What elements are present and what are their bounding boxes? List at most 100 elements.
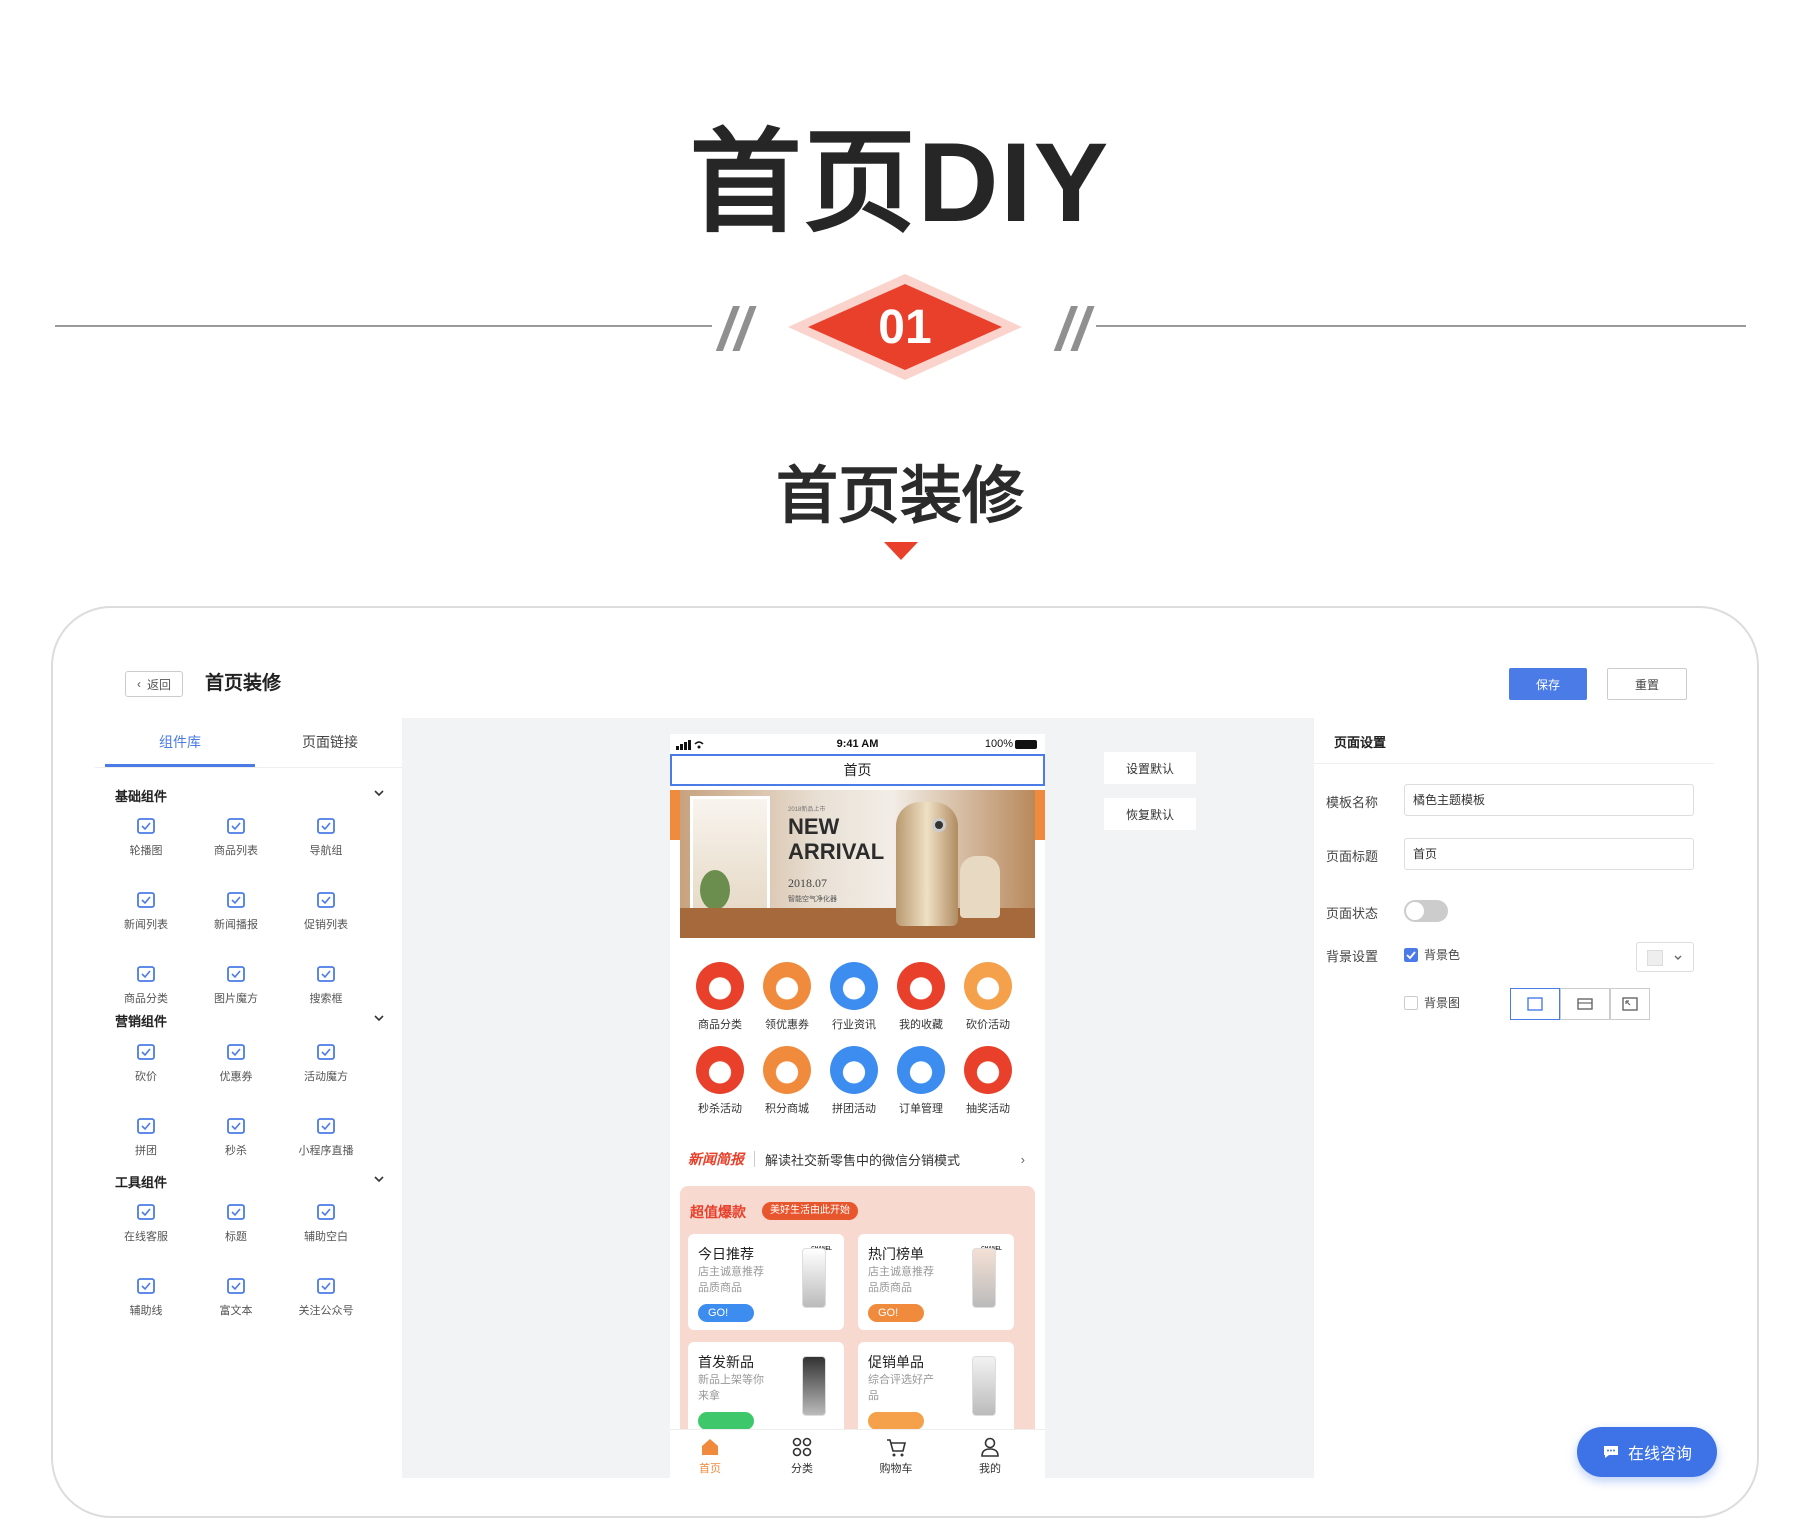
promo-card[interactable]: 热门榜单店主诚意推荐 品质商品GO!CHANEL (858, 1234, 1014, 1330)
component-flash-sale[interactable]: 秒杀 (191, 1114, 281, 1174)
category-circle-icon (830, 1046, 878, 1094)
category-item[interactable]: 拼团活动 (822, 1046, 886, 1116)
tab-component-library[interactable]: 组件库 (105, 718, 255, 766)
component-label: 导航组 (309, 845, 343, 857)
restore-default-button[interactable]: 恢复默认 (1104, 798, 1196, 830)
banner-date: 2018.07 (788, 876, 827, 890)
chevron-down-icon[interactable] (373, 1012, 385, 1024)
category-label: 拼团活动 (832, 1103, 876, 1115)
badge-number: 01 (878, 300, 932, 354)
news-ticker[interactable]: 新闻简报 解读社交新零售中的微信分销模式 › (680, 1144, 1035, 1174)
component-news-broadcast[interactable]: 新闻播报 (191, 888, 281, 948)
component-guide-line[interactable]: 辅助线 (101, 1274, 191, 1334)
tab-label: 首页 (699, 1463, 721, 1475)
search-box-icon (317, 966, 335, 982)
go-button[interactable] (698, 1412, 754, 1430)
product-image (802, 1356, 826, 1416)
tab-mine[interactable]: 我的 (960, 1436, 1020, 1476)
category-icon-card: 商品分类 领优惠券 行业资讯 我的收藏 砍价活动秒杀活动 积分商城 拼团活动 订单管理 抽奖活动 (680, 952, 1035, 1132)
category-label: 砍价活动 (966, 1019, 1010, 1031)
bg-image-checkbox[interactable] (1404, 996, 1418, 1010)
category-item[interactable]: 积分商城 (755, 1046, 819, 1116)
page-status-toggle[interactable] (1404, 900, 1448, 922)
component-group-buy[interactable]: 拼团 (101, 1114, 191, 1174)
go-button[interactable]: GO! (698, 1304, 754, 1322)
component-label: 辅助线 (129, 1305, 163, 1317)
component-label: 在线客服 (124, 1231, 168, 1243)
bg-fill-option[interactable] (1510, 988, 1560, 1020)
component-promo-list[interactable]: 促销列表 (281, 888, 371, 948)
component-activity-cube[interactable]: 活动魔方 (281, 1040, 371, 1100)
category-label: 订单管理 (899, 1103, 943, 1115)
tab-cart[interactable]: 购物车 (866, 1436, 926, 1476)
chat-label: 在线咨询 (1627, 1446, 1692, 1463)
chevron-down-icon[interactable] (373, 787, 385, 799)
promo-card[interactable]: 促销单品 综合评选好产品 (858, 1342, 1014, 1438)
go-button[interactable]: GO! (868, 1304, 924, 1322)
category-item[interactable]: 我的收藏 (889, 962, 953, 1032)
save-button[interactable]: 保存 (1509, 668, 1587, 700)
battery-icon (1015, 740, 1037, 749)
component-label: 图片魔方 (214, 993, 258, 1005)
chevron-down-icon[interactable] (373, 1173, 385, 1185)
product-image (972, 1248, 996, 1308)
component-customer-service[interactable]: 在线客服 (101, 1200, 191, 1260)
page-title-input[interactable]: 首页 (1404, 838, 1694, 870)
quote-mark-right: // (1056, 296, 1090, 363)
component-live[interactable]: 小程序直播 (281, 1114, 371, 1174)
promo-card[interactable]: 今日推荐店主诚意推荐 品质商品GO!CHANEL (688, 1234, 844, 1330)
promo-card-title: 首发新品 (698, 1354, 754, 1370)
reset-button[interactable]: 重置 (1607, 668, 1687, 700)
carousel-banner[interactable]: 2018新品上市 NEW ARRIVAL 2018.07 智能空气净化器 (680, 790, 1035, 938)
promo-card-title: 热门榜单 (868, 1246, 924, 1262)
category-item[interactable]: 订单管理 (889, 1046, 953, 1116)
tab-page-links[interactable]: 页面链接 (255, 718, 405, 766)
category-item[interactable]: 砍价活动 (956, 962, 1020, 1032)
activity-cube-icon (317, 1044, 335, 1060)
component-label: 商品列表 (214, 845, 258, 857)
component-nav-group[interactable]: 导航组 (281, 814, 371, 874)
preview-canvas: 9:41 AM 100% 首页 2018新品上市 NEW ARRIVAL 201… (402, 718, 1314, 1479)
bg-stretch-option[interactable] (1610, 988, 1650, 1020)
category-item[interactable]: 行业资讯 (822, 962, 886, 1032)
category-item[interactable]: 抽奖活动 (956, 1046, 1020, 1116)
blank-icon (317, 1204, 335, 1220)
go-button[interactable] (868, 1412, 924, 1430)
component-image-cube[interactable]: 图片魔方 (191, 962, 281, 1022)
category-item[interactable]: 商品分类 (688, 962, 752, 1032)
bg-color-checkbox[interactable] (1404, 948, 1418, 962)
bg-color-picker[interactable] (1636, 942, 1694, 972)
user-icon (981, 1437, 999, 1457)
category-circle-icon (897, 962, 945, 1010)
component-bargain[interactable]: 砍价 (101, 1040, 191, 1100)
category-item[interactable]: 领优惠券 (755, 962, 819, 1032)
news-tag: 新闻简报 (688, 1151, 744, 1167)
promo-card-title: 今日推荐 (698, 1246, 754, 1262)
category-item[interactable]: 秒杀活动 (688, 1046, 752, 1116)
set-default-button[interactable]: 设置默认 (1104, 752, 1196, 784)
background-label: 背景设置 (1326, 949, 1379, 964)
component-news-list[interactable]: 新闻列表 (101, 888, 191, 948)
online-consult-button[interactable]: 在线咨询 (1577, 1427, 1717, 1477)
component-title[interactable]: 标题 (191, 1200, 281, 1260)
component-rich-text[interactable]: 富文本 (191, 1274, 281, 1334)
tab-category[interactable]: 分类 (772, 1436, 832, 1476)
page-settings-panel: 页面设置 模板名称 橘色主题模板 页面标题 首页 页面状态 背景设置 背景色 背… (1314, 718, 1717, 1478)
component-coupon[interactable]: 优惠券 (191, 1040, 281, 1100)
template-name-input[interactable]: 橘色主题模板 (1404, 784, 1694, 816)
group-buy-icon (137, 1118, 155, 1134)
promo-card[interactable]: 首发新品 新品上架等你来拿 (688, 1342, 844, 1438)
down-arrow-icon (884, 542, 918, 560)
component-search-box[interactable]: 搜索框 (281, 962, 371, 1022)
component-carousel[interactable]: 轮播图 (101, 814, 191, 874)
phone-page-title[interactable]: 首页 (670, 754, 1045, 786)
component-blank[interactable]: 辅助空白 (281, 1200, 371, 1260)
promo-badge: 美好生活由此开始 (762, 1202, 858, 1220)
component-product-list[interactable]: 商品列表 (191, 814, 281, 874)
component-follow[interactable]: 关注公众号 (281, 1274, 371, 1334)
tab-home[interactable]: 首页 (680, 1436, 740, 1476)
component-label: 搜索框 (309, 993, 343, 1005)
bg-repeat-option[interactable] (1560, 988, 1610, 1020)
component-label: 小程序直播 (298, 1145, 354, 1157)
back-button[interactable]: ‹ 返回 (125, 671, 183, 697)
